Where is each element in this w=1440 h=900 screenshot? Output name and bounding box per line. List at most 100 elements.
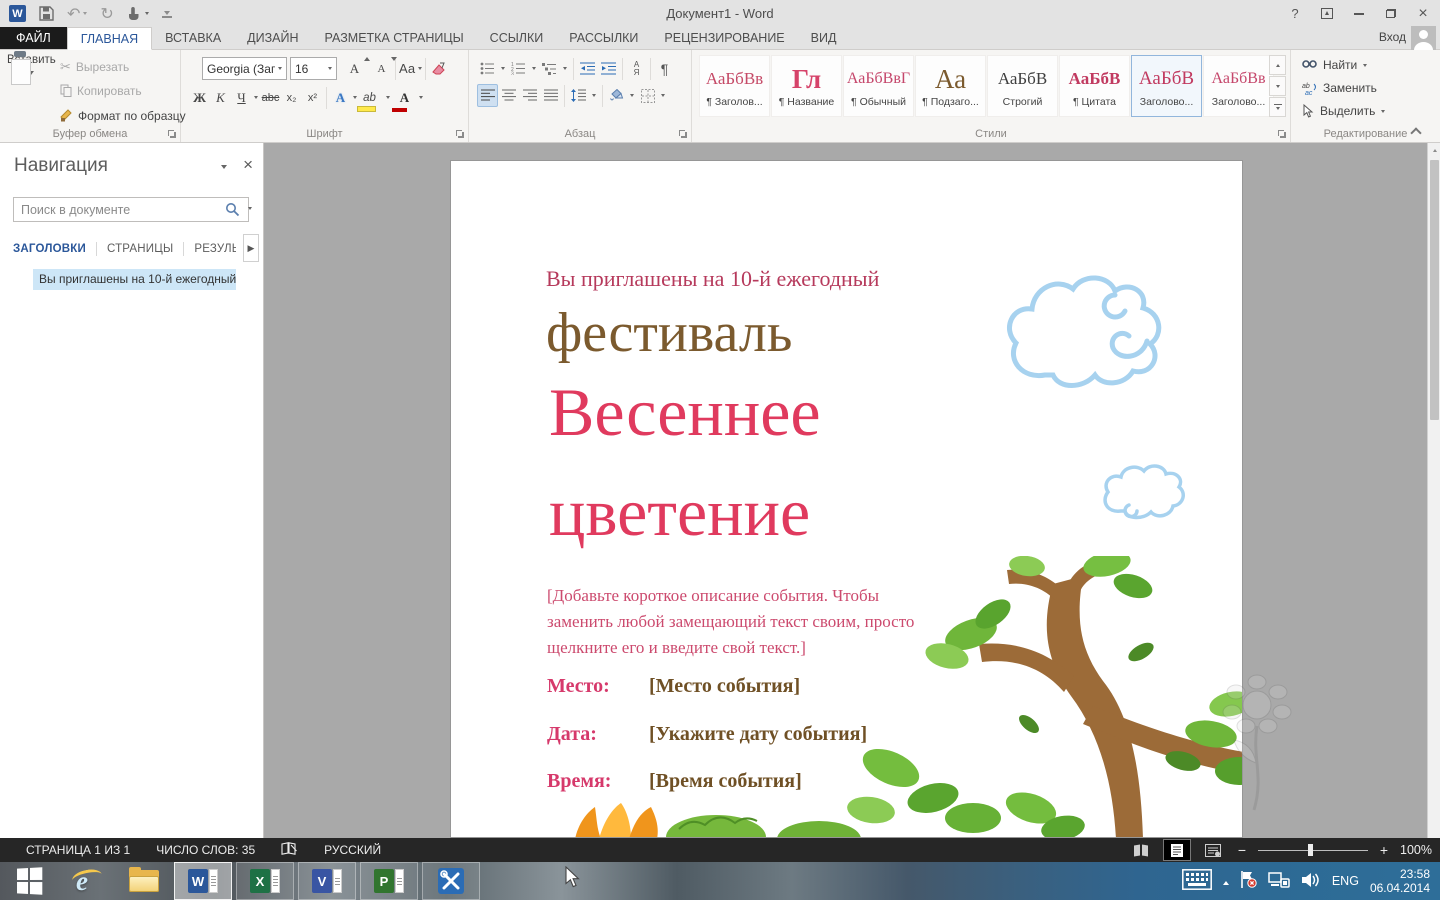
clear-formatting-button[interactable] — [429, 57, 450, 80]
volume-icon-button[interactable] — [1301, 871, 1321, 892]
zoom-out-button[interactable]: − — [1236, 842, 1248, 858]
document-title-line1[interactable]: Весеннее — [549, 373, 821, 452]
line-spacing-button[interactable] — [568, 84, 589, 107]
document-title-line2[interactable]: цветение — [549, 473, 810, 552]
network-icon-button[interactable] — [1268, 871, 1290, 892]
document-subtitle-text[interactable]: фестиваль — [546, 301, 792, 365]
style-card-normal[interactable]: АаБбВвГ ¶ Обычный — [843, 55, 914, 117]
show-marks-button[interactable]: ¶ — [654, 57, 675, 80]
vertical-scrollbar[interactable] — [1427, 143, 1440, 838]
undo-button[interactable]: ↶ — [67, 4, 87, 24]
font-color-caret-icon[interactable] — [419, 96, 423, 99]
tab-review[interactable]: РЕЦЕНЗИРОВАНИЕ — [651, 27, 797, 49]
styles-scroll-up-button[interactable] — [1269, 55, 1286, 75]
bullets-caret-icon[interactable] — [501, 67, 505, 70]
align-right-button[interactable] — [519, 84, 540, 107]
replace-button[interactable]: abac Заменить — [1302, 81, 1377, 95]
zoom-in-button[interactable]: + — [1378, 842, 1390, 858]
customize-qat-button[interactable] — [162, 16, 172, 18]
minimize-button[interactable] — [1346, 3, 1372, 25]
strikethrough-button[interactable]: abc — [260, 86, 281, 109]
tab-home[interactable]: ГЛАВНАЯ — [67, 27, 152, 50]
taskbar-file-explorer-button[interactable] — [122, 862, 166, 900]
search-options-caret-icon[interactable] — [248, 207, 252, 210]
taskbar-internet-explorer-button[interactable]: e — [60, 862, 104, 900]
document-kicker-text[interactable]: Вы приглашены на 10-й ежегодный — [546, 266, 879, 292]
zoom-slider-thumb[interactable] — [1308, 844, 1313, 856]
superscript-button[interactable]: x² — [302, 86, 323, 109]
document-field-place[interactable]: Место: [Место события] — [547, 675, 800, 698]
underline-caret-icon[interactable] — [254, 96, 258, 99]
show-hidden-icons-button[interactable] — [1223, 874, 1229, 888]
tab-references[interactable]: ССЫЛКИ — [477, 27, 557, 49]
tab-mailings[interactable]: РАССЫЛКИ — [556, 27, 651, 49]
avatar[interactable] — [1411, 26, 1436, 50]
font-color-button[interactable]: А — [394, 86, 415, 109]
highlight-caret-icon[interactable] — [386, 96, 390, 99]
nav-heading-item[interactable]: Вы приглашены на 10-й ежегодный — [33, 269, 236, 290]
italic-button[interactable]: К — [210, 86, 231, 109]
justify-button[interactable] — [540, 84, 561, 107]
multilevel-caret-icon[interactable] — [563, 67, 567, 70]
style-card-subtitle[interactable]: Аа ¶ Подзаго... — [915, 55, 986, 117]
font-size-combo[interactable]: 16 — [290, 57, 337, 80]
font-dialog-launcher[interactable] — [455, 129, 465, 139]
grow-font-button[interactable]: А — [344, 57, 365, 80]
navigation-pane-close-button[interactable]: × — [243, 155, 253, 175]
text-effects-caret-icon[interactable] — [353, 96, 357, 99]
save-button[interactable] — [39, 6, 54, 21]
restore-button[interactable] — [1378, 3, 1404, 25]
touch-keyboard-button[interactable] — [1182, 869, 1212, 893]
tab-file[interactable]: ФАЙЛ — [0, 27, 67, 49]
ribbon-display-options-button[interactable] — [1314, 3, 1340, 25]
find-button[interactable]: Найти — [1302, 58, 1367, 72]
taskbar-project-button[interactable]: P — [360, 862, 418, 900]
taskbar-excel-button[interactable]: X — [236, 862, 294, 900]
redo-button[interactable]: ↻ — [100, 4, 113, 24]
clock[interactable]: 23:58 06.04.2014 — [1370, 867, 1430, 895]
document-field-date[interactable]: Дата: [Укажите дату события] — [547, 723, 867, 746]
help-button[interactable]: ? — [1282, 3, 1308, 25]
nav-tabs-overflow-button[interactable]: ▶ — [243, 234, 259, 262]
web-layout-button[interactable] — [1200, 840, 1226, 860]
multilevel-list-button[interactable] — [539, 57, 560, 80]
close-button[interactable]: × — [1410, 3, 1436, 25]
style-card-heading2[interactable]: АаБбВв Заголово... — [1203, 55, 1274, 117]
style-card-strong[interactable]: АаБбВ Строгий — [987, 55, 1058, 117]
nav-tab-headings[interactable]: ЗАГОЛОВКИ — [13, 237, 96, 261]
field-value[interactable]: [Время события] — [649, 770, 802, 792]
scrollbar-thumb[interactable] — [1430, 160, 1439, 420]
shrink-font-button[interactable]: А — [371, 57, 392, 80]
action-center-flag-button[interactable] — [1240, 870, 1257, 892]
numbering-button[interactable]: 123 — [508, 57, 529, 80]
shading-caret-icon[interactable] — [630, 94, 634, 97]
styles-more-button[interactable] — [1269, 97, 1286, 117]
tab-design[interactable]: ДИЗАЙН — [234, 27, 311, 49]
search-input[interactable] — [13, 197, 249, 222]
shading-button[interactable] — [606, 84, 627, 107]
document-field-time[interactable]: Время: [Время события] — [547, 770, 802, 793]
word-count-indicator[interactable]: ЧИСЛО СЛОВ: 35 — [156, 843, 255, 857]
paste-button[interactable]: Вставить — [7, 54, 55, 134]
zoom-slider[interactable] — [1258, 840, 1368, 860]
style-card-quote[interactable]: АаБбВ ¶ Цитата — [1059, 55, 1130, 117]
bold-button[interactable]: Ж — [189, 86, 210, 109]
text-effects-button[interactable]: А — [330, 86, 351, 109]
scroll-up-button[interactable] — [1428, 143, 1440, 158]
paragraph-dialog-launcher[interactable] — [678, 129, 688, 139]
nav-tab-pages[interactable]: СТРАНИЦЫ — [97, 237, 183, 261]
nav-tab-results[interactable]: РЕЗУЛЬ — [184, 237, 236, 261]
taskbar-tools-button[interactable] — [422, 862, 480, 900]
tab-page-layout[interactable]: РАЗМЕТКА СТРАНИЦЫ — [312, 27, 477, 49]
line-spacing-caret-icon[interactable] — [592, 94, 596, 97]
font-family-combo[interactable]: Georgia (Заг — [202, 57, 287, 80]
sign-in-link[interactable]: Вход — [1379, 30, 1406, 44]
borders-button[interactable] — [637, 84, 658, 107]
navigation-pane-menu-caret-icon[interactable] — [221, 165, 227, 169]
format-painter-button[interactable]: Формат по образцу — [60, 105, 186, 126]
underline-button[interactable]: Ч — [231, 86, 252, 109]
page-count-indicator[interactable]: СТРАНИЦА 1 ИЗ 1 — [26, 843, 130, 857]
highlight-button[interactable]: ab — [359, 86, 380, 109]
language-indicator[interactable]: РУССКИЙ — [324, 843, 381, 857]
document-description-text[interactable]: [Добавьте короткое описание события. Что… — [547, 583, 949, 661]
